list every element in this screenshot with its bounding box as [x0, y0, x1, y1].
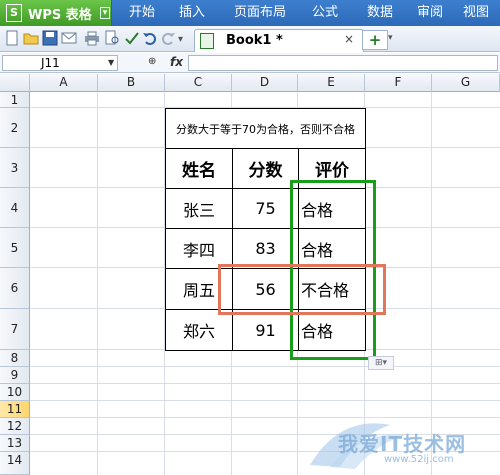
- header-score: 分数: [248, 161, 283, 181]
- row-header[interactable]: 14: [0, 452, 30, 475]
- row-header[interactable]: 1: [0, 92, 30, 108]
- student-name: 郑六: [182, 322, 215, 341]
- row-header[interactable]: 10: [0, 384, 30, 401]
- spellcheck-icon[interactable]: [124, 30, 140, 46]
- redo-icon[interactable]: [160, 30, 176, 46]
- table-cell[interactable]: 李四: [165, 228, 233, 269]
- save-icon[interactable]: [42, 30, 58, 46]
- student-score: 91: [255, 320, 276, 340]
- row-header[interactable]: 9: [0, 367, 30, 384]
- close-icon[interactable]: ×: [344, 32, 354, 46]
- student-score: 83: [255, 239, 276, 258]
- column-header[interactable]: B: [98, 74, 165, 92]
- column-header[interactable]: C: [165, 74, 232, 92]
- watermark-url: www.52ij.com: [384, 454, 454, 465]
- row-header[interactable]: 7: [0, 309, 30, 350]
- student-score: 75: [255, 199, 276, 218]
- row-header[interactable]: 8: [0, 350, 30, 367]
- table-cell[interactable]: 91: [232, 309, 299, 351]
- menu-data[interactable]: 数据: [354, 0, 406, 26]
- tab-book1-label: Book1 *: [226, 33, 283, 48]
- note-text: 分数大于等于70为合格，否则不合格: [176, 122, 355, 136]
- row-header[interactable]: 2: [0, 108, 30, 148]
- header-cell-name[interactable]: 姓名: [165, 148, 233, 189]
- table-cell[interactable]: 郑六: [165, 309, 233, 351]
- undo-icon[interactable]: [142, 30, 158, 46]
- row-header[interactable]: 6: [0, 268, 30, 309]
- row-header[interactable]: 12: [0, 418, 30, 435]
- email-icon[interactable]: [61, 30, 77, 46]
- column-header[interactable]: G: [432, 74, 500, 92]
- student-name: 周五: [182, 281, 215, 300]
- function-icon[interactable]: fx: [170, 55, 183, 69]
- paste-options-icon[interactable]: ⊞▾: [368, 356, 394, 370]
- column-header[interactable]: D: [232, 74, 298, 92]
- new-tab-button[interactable]: +: [362, 30, 388, 50]
- zoom-icon[interactable]: ⊕: [148, 56, 156, 67]
- student-name: 李四: [182, 240, 215, 260]
- chevron-down-icon[interactable]: ▾: [99, 7, 111, 19]
- row-header-selected[interactable]: 11: [0, 401, 30, 418]
- menu-formulas[interactable]: 公式: [300, 0, 350, 26]
- name-box[interactable]: J11: [2, 55, 118, 71]
- app-menu-button[interactable]: S WPS 表格 ▾: [0, 0, 112, 26]
- new-file-icon[interactable]: [4, 30, 20, 46]
- toolbar-more-icon[interactable]: ▾: [178, 34, 183, 45]
- print-preview-icon[interactable]: [104, 30, 120, 46]
- table-cell[interactable]: 75: [232, 188, 299, 229]
- row-header[interactable]: 5: [0, 228, 30, 268]
- header-evaluation: 评价: [315, 161, 349, 181]
- row-header[interactable]: 13: [0, 435, 30, 452]
- menu-page-layout[interactable]: 页面布局: [222, 0, 298, 26]
- menu-review[interactable]: 审阅: [406, 0, 454, 26]
- menu-home[interactable]: 开始: [116, 0, 168, 26]
- header-cell-score[interactable]: 分数: [232, 148, 299, 189]
- print-icon[interactable]: [84, 30, 100, 46]
- column-header[interactable]: E: [298, 74, 365, 92]
- table-cell[interactable]: 83: [232, 228, 299, 269]
- header-name: 姓名: [182, 161, 216, 181]
- student-name: 张三: [182, 200, 215, 220]
- select-all-corner[interactable]: [0, 74, 30, 92]
- spreadsheet-window: S WPS 表格 ▾ 开始 插入 页面布局 公式 数据 审阅 视图 ▾ Book…: [0, 0, 500, 475]
- chevron-down-icon[interactable]: ▾: [388, 33, 393, 43]
- row-header[interactable]: 3: [0, 148, 30, 188]
- open-folder-icon[interactable]: [23, 30, 39, 46]
- menu-insert[interactable]: 插入: [166, 0, 218, 26]
- wps-logo-icon: S: [6, 4, 22, 22]
- formula-input[interactable]: [188, 55, 498, 71]
- watermark-text: 我爱IT技术网: [338, 432, 467, 456]
- spreadsheet-file-icon: [200, 33, 214, 49]
- column-header[interactable]: A: [30, 74, 98, 92]
- orange-highlight-box: [218, 264, 386, 315]
- note-cell[interactable]: 分数大于等于70为合格，否则不合格: [165, 108, 366, 149]
- table-cell[interactable]: 张三: [165, 188, 233, 229]
- app-name: WPS 表格: [28, 7, 92, 23]
- chevron-down-icon[interactable]: ▼: [108, 58, 114, 67]
- row-header[interactable]: 4: [0, 188, 30, 228]
- column-header[interactable]: F: [365, 74, 432, 92]
- menu-view[interactable]: 视图: [452, 0, 500, 26]
